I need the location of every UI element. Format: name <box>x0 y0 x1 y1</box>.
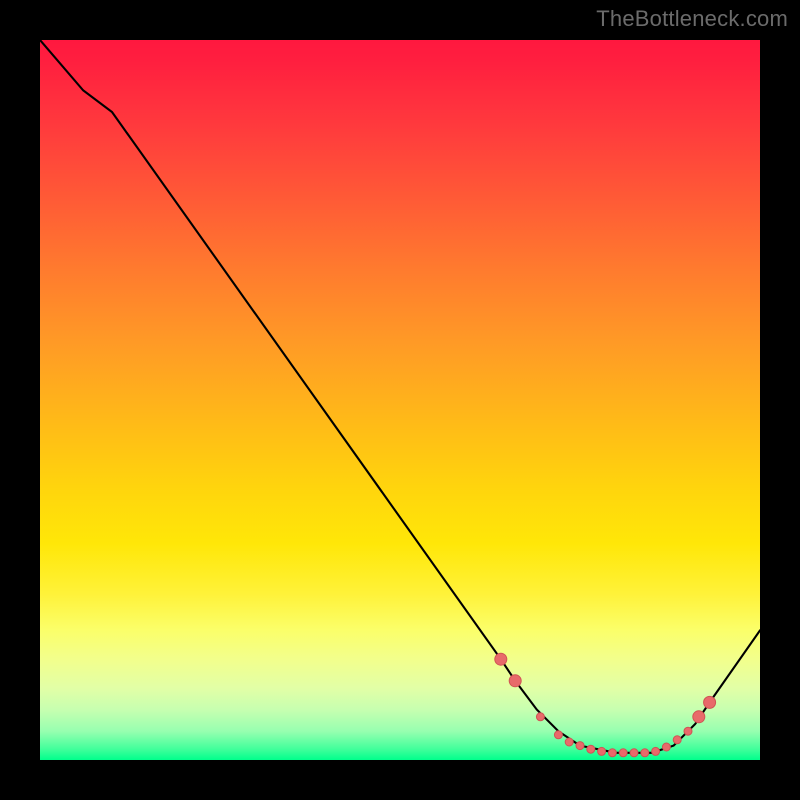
marker-dot <box>652 747 660 755</box>
marker-dot <box>673 736 681 744</box>
marker-dot <box>619 749 627 757</box>
marker-dot <box>509 675 521 687</box>
marker-dot <box>554 731 562 739</box>
curve-markers <box>495 653 716 757</box>
marker-dot <box>641 749 649 757</box>
marker-dot <box>693 711 705 723</box>
marker-dot <box>684 727 692 735</box>
curve-layer <box>40 40 760 760</box>
marker-dot <box>536 713 544 721</box>
marker-dot <box>565 738 573 746</box>
marker-dot <box>630 749 638 757</box>
marker-dot <box>587 745 595 753</box>
marker-dot <box>495 653 507 665</box>
marker-dot <box>608 749 616 757</box>
marker-dot <box>598 747 606 755</box>
marker-dot <box>576 742 584 750</box>
marker-dot <box>704 696 716 708</box>
chart-frame: TheBottleneck.com <box>0 0 800 800</box>
bottleneck-curve <box>40 40 760 753</box>
watermark-text: TheBottleneck.com <box>596 6 788 32</box>
marker-dot <box>662 743 670 751</box>
plot-area <box>40 40 760 760</box>
